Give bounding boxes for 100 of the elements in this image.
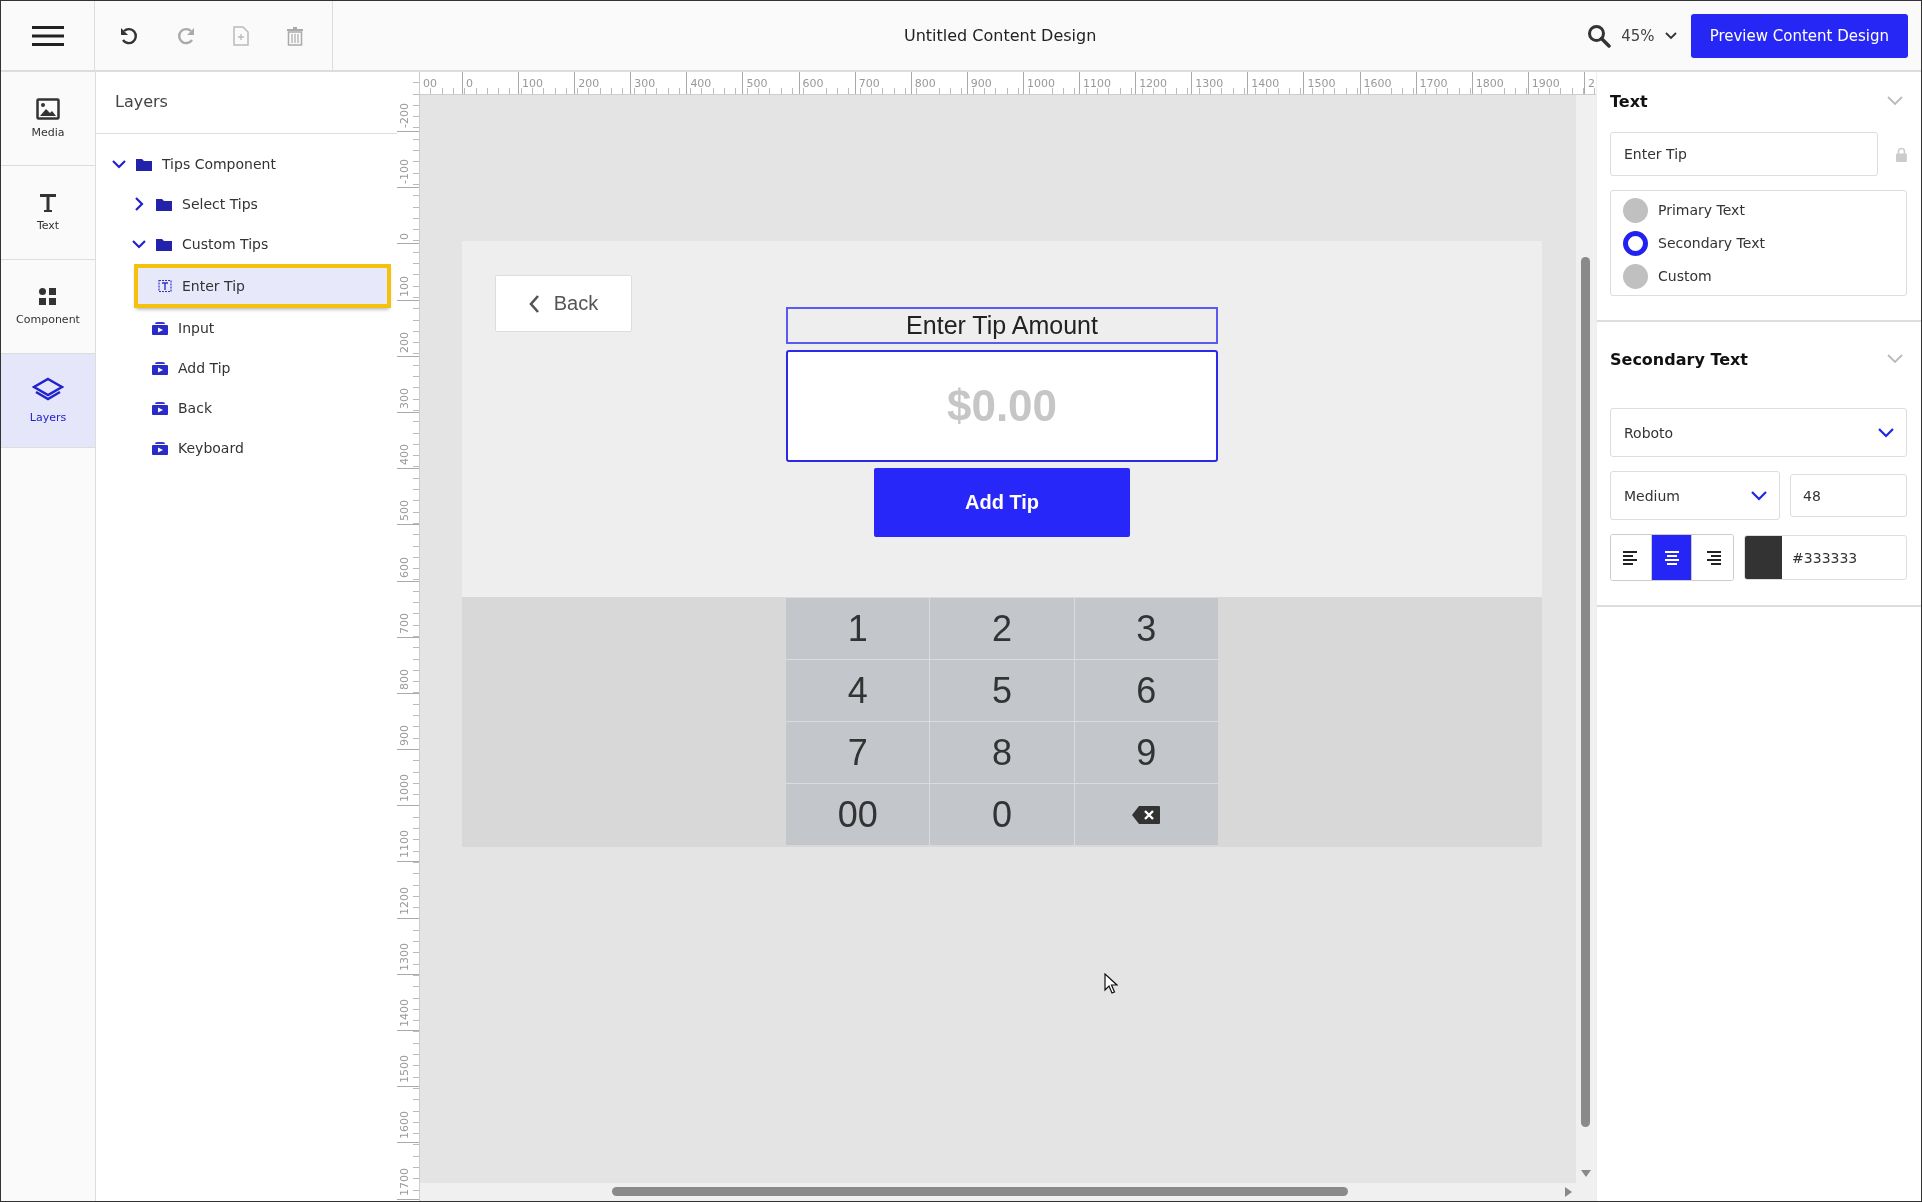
ruler-label: 1700 <box>398 1167 411 1196</box>
layer-item[interactable]: Custom Tips <box>116 224 356 264</box>
rail-item[interactable]: Layers <box>1 354 95 448</box>
ruler-label: 1800 <box>1474 77 1504 90</box>
keypad-key[interactable]: 9 <box>1074 722 1218 783</box>
layer-item[interactable]: Back <box>136 388 376 428</box>
ruler-label: 1300 <box>398 942 411 971</box>
text-box-icon <box>158 279 172 293</box>
chevron-down-icon <box>1751 490 1767 501</box>
align-center-icon <box>1663 550 1680 565</box>
keypad-key[interactable]: 8 <box>930 722 1074 783</box>
heading-text: Enter Tip Amount <box>786 307 1218 344</box>
align-right-icon <box>1704 550 1721 565</box>
chevron-down-icon[interactable] <box>132 239 146 249</box>
ruler-label: 1200 <box>398 886 411 915</box>
ruler-label: 800 <box>913 77 936 90</box>
size-field[interactable]: 48 <box>1790 474 1907 517</box>
backspace-icon <box>1131 804 1162 825</box>
ruler-label: 300 <box>398 387 411 409</box>
dropdown[interactable]: Roboto <box>1610 408 1907 457</box>
ruler-label: 1000 <box>398 774 411 803</box>
rail-item[interactable]: Media <box>1 72 95 166</box>
keypad-key[interactable]: 3 <box>1074 598 1218 659</box>
ruler-label: 1500 <box>1306 77 1336 90</box>
ruler-label: 400 <box>689 77 712 90</box>
ruler-label: 0 <box>398 233 411 241</box>
chevron-down-icon[interactable] <box>112 159 126 169</box>
ruler-label: 200 <box>398 331 411 353</box>
scroll-right-icon[interactable] <box>1565 1187 1572 1197</box>
image-icon <box>36 98 60 120</box>
chevron-down-icon <box>1878 427 1894 438</box>
keypad-key[interactable]: 1 <box>786 598 930 659</box>
ruler-label: 500 <box>745 77 768 90</box>
search-icon[interactable] <box>1587 23 1612 48</box>
chevron-right-icon[interactable] <box>134 197 144 211</box>
folder-icon <box>136 157 152 171</box>
component-icon <box>152 441 168 455</box>
radio-button[interactable] <box>1623 230 1648 256</box>
component-icon <box>152 401 168 415</box>
ruler-label: 500 <box>398 500 411 522</box>
ruler-label: 200 <box>577 77 600 90</box>
folder-icon <box>156 197 172 211</box>
rail-item[interactable]: Text <box>1 166 95 260</box>
keypad-key[interactable]: 7 <box>786 722 930 783</box>
amount-field[interactable]: $0.00 <box>786 350 1218 462</box>
preview-button[interactable]: Preview Content Design <box>1690 13 1908 58</box>
keypad-key[interactable] <box>1074 784 1218 845</box>
radio-button[interactable] <box>1623 263 1648 289</box>
folder-icon <box>156 237 172 251</box>
undo-icon[interactable] <box>119 25 139 46</box>
ruler-label: -200 <box>398 103 411 128</box>
menu-icon[interactable] <box>31 24 64 47</box>
option-label: Secondary Text <box>1658 235 1765 251</box>
layer-item[interactable]: Keyboard <box>136 428 376 468</box>
ruler-label: 1400 <box>1250 77 1280 90</box>
cursor-icon <box>1104 973 1118 995</box>
ruler-label: 300 <box>633 77 656 90</box>
align-left-button[interactable] <box>1611 535 1652 580</box>
color-field[interactable]: #333333 <box>1744 535 1907 580</box>
ruler-label: 2 <box>1586 77 1595 90</box>
scrollbar-thumb[interactable] <box>612 1187 1348 1196</box>
ruler-label: 400 <box>398 444 411 466</box>
keypad-key[interactable]: 5 <box>930 660 1074 721</box>
keypad-key[interactable]: 2 <box>930 598 1074 659</box>
ruler-label: 1000 <box>1025 77 1055 90</box>
ruler-label: 1600 <box>398 1111 411 1140</box>
scrollbar-thumb[interactable] <box>1581 257 1590 1127</box>
section-title: Secondary Text <box>1610 349 1748 369</box>
component-icon <box>152 361 168 375</box>
layer-item[interactable]: Add Tip <box>136 348 376 388</box>
text-icon <box>39 193 57 213</box>
layer-item[interactable]: Enter Tip <box>136 266 389 306</box>
back-button[interactable]: Back <box>495 275 632 332</box>
ruler-label: 1200 <box>1138 77 1168 90</box>
dropdown[interactable]: Medium <box>1610 471 1780 520</box>
align-center-button[interactable] <box>1651 535 1693 580</box>
ruler-label: 1700 <box>1418 77 1448 90</box>
ruler-label: 100 <box>521 77 544 90</box>
ruler-label: 700 <box>857 77 880 90</box>
layer-item[interactable]: Input <box>136 308 376 348</box>
option-label: Primary Text <box>1658 202 1745 218</box>
keypad-key[interactable]: 4 <box>786 660 930 721</box>
layer-item[interactable]: Select Tips <box>116 184 356 224</box>
ruler-label: 00 <box>422 77 437 90</box>
zoom-dropdown[interactable]: 45% <box>1621 26 1677 45</box>
radio-button[interactable] <box>1623 197 1648 223</box>
ruler-label: 100 <box>398 275 411 297</box>
document-title: Untitled Content Design <box>902 26 1098 45</box>
ruler-label: 600 <box>801 77 824 90</box>
align-left-icon <box>1622 550 1639 565</box>
text-field[interactable]: Enter Tip <box>1610 132 1879 176</box>
scroll-down-icon[interactable] <box>1581 1170 1591 1177</box>
add-tip-button[interactable]: Add Tip <box>874 468 1130 537</box>
color-swatch[interactable] <box>1745 536 1783 579</box>
keypad-key[interactable]: 0 <box>930 784 1074 845</box>
section-title: Text <box>1610 91 1648 111</box>
option-label: Custom <box>1658 268 1712 284</box>
layer-item[interactable]: Tips Component <box>96 144 336 184</box>
keypad-key[interactable]: 6 <box>1074 660 1218 721</box>
keypad-key[interactable]: 00 <box>786 784 930 845</box>
